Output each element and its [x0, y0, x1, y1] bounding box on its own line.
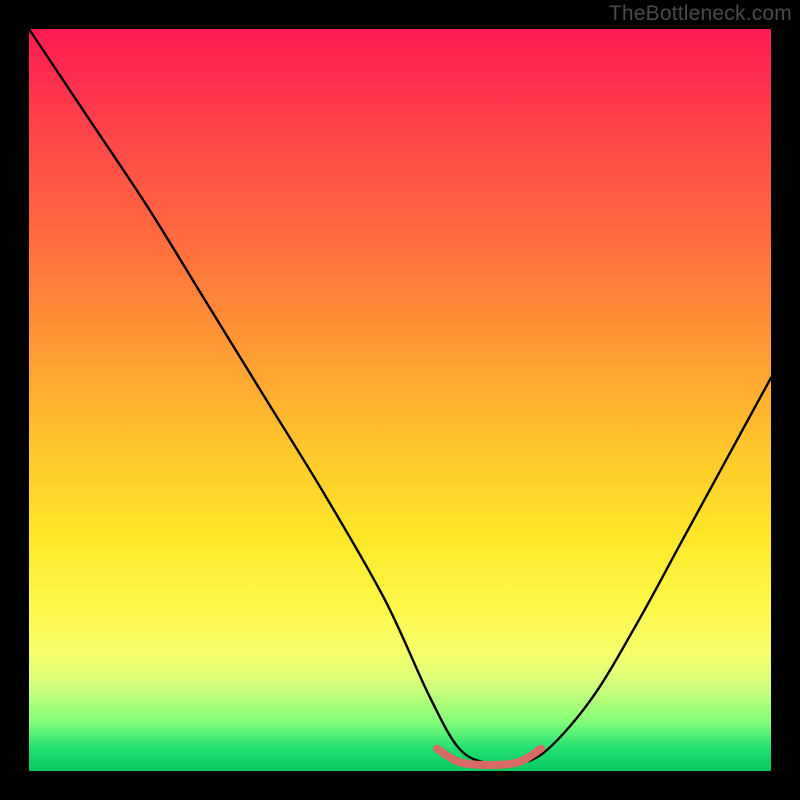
chart-frame: TheBottleneck.com: [0, 0, 800, 800]
attribution-text: TheBottleneck.com: [609, 2, 792, 26]
plot-area: [29, 29, 771, 771]
accent-flat-segment: [437, 749, 541, 765]
bottleneck-curve: [29, 29, 771, 765]
curve-layer: [29, 29, 771, 771]
